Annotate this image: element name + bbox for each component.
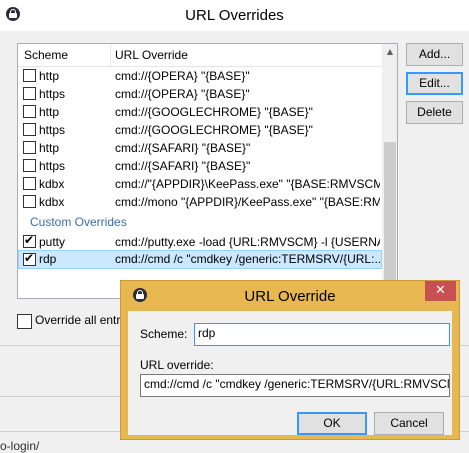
row-checkbox-checked[interactable] (23, 233, 36, 248)
dialog-body: Scheme: rdp URL override: cmd://cmd /c "… (128, 311, 452, 435)
dialog-title: URL Override (244, 288, 336, 305)
row-url: cmd://{OPERA} "{BASE}" (115, 87, 250, 101)
row-checkbox[interactable] (23, 123, 36, 136)
row-checkbox[interactable] (23, 87, 36, 100)
row-url: cmd://{OPERA} "{BASE}" (115, 69, 250, 83)
row-checkbox[interactable] (23, 159, 36, 172)
ok-button[interactable]: OK (297, 412, 367, 435)
delete-button[interactable]: Delete (406, 101, 463, 124)
url-override-dialog: URL Override ✕ Scheme: rdp URL override:… (120, 280, 460, 440)
row-scheme: putty (39, 235, 66, 249)
main-titlebar: URL Overrides (0, 0, 469, 31)
list-item-selected[interactable]: rdp cmd://cmd /c "cmdkey /generic:TERMSR… (18, 250, 382, 269)
scroll-up-icon[interactable]: ▲ (382, 44, 397, 60)
add-button[interactable]: Add... (406, 43, 463, 66)
edit-button[interactable]: Edit... (406, 72, 463, 95)
row-scheme: rdp (39, 252, 57, 266)
row-checkbox[interactable] (23, 177, 36, 190)
list-item[interactable]: http cmd://{OPERA} "{BASE}" (18, 67, 382, 85)
row-url: cmd://{SAFARI} "{BASE}" (115, 141, 251, 155)
row-checkbox[interactable] (23, 141, 36, 154)
scheme-input[interactable]: rdp (194, 323, 450, 346)
list-item[interactable]: https cmd://{SAFARI} "{BASE}" (18, 157, 382, 175)
list-item[interactable]: http cmd://{GOOGLECHROME} "{BASE}" (18, 103, 382, 121)
group-header: Custom Overrides (18, 213, 382, 231)
scheme-label: Scheme: (140, 327, 188, 341)
override-all-checkbox[interactable] (17, 314, 32, 329)
cancel-button[interactable]: Cancel (374, 412, 444, 435)
close-icon[interactable]: ✕ (425, 281, 456, 301)
overrides-list[interactable]: Scheme URL Override http cmd://{OPERA} "… (17, 43, 398, 299)
row-scheme: kdbx (39, 195, 65, 209)
row-checkbox[interactable] (23, 105, 36, 118)
vertical-scrollbar[interactable]: ▲ ▼ (382, 44, 397, 298)
list-item[interactable]: https cmd://{OPERA} "{BASE}" (18, 85, 382, 103)
column-header-scheme[interactable]: Scheme (24, 48, 68, 62)
row-url: cmd://{GOOGLECHROME} "{BASE}" (115, 105, 313, 119)
url-override-label: URL override: (140, 358, 214, 372)
row-scheme: https (39, 87, 66, 101)
list-item[interactable]: http cmd://{SAFARI} "{BASE}" (18, 139, 382, 157)
custom-overrides-label: Custom Overrides (30, 215, 127, 229)
row-scheme: http (39, 105, 60, 119)
row-checkbox-checked[interactable] (23, 251, 36, 266)
row-scheme: kdbx (39, 177, 65, 191)
column-header-url[interactable]: URL Override (115, 48, 188, 62)
row-scheme: http (39, 141, 60, 155)
row-url: cmd://"{APPDIR}\KeePass.exe" "{BASE:RMVS… (115, 177, 380, 191)
list-item[interactable]: kdbx cmd://mono "{APPDIR}/KeePass.exe" "… (18, 193, 382, 211)
row-scheme: https (39, 123, 66, 137)
list-header: Scheme URL Override (18, 44, 382, 67)
row-scheme: https (39, 159, 66, 173)
url-override-input[interactable]: cmd://cmd /c "cmdkey /generic:TERMSRV/{U… (140, 374, 450, 397)
list-item[interactable]: putty cmd://putty.exe -load {URL:RMVSCM}… (18, 233, 382, 251)
row-url: cmd://mono "{APPDIR}/KeePass.exe" "{BASE… (115, 195, 380, 209)
row-checkbox[interactable] (23, 69, 36, 82)
list-item[interactable]: kdbx cmd://"{APPDIR}\KeePass.exe" "{BASE… (18, 175, 382, 193)
column-separator[interactable] (110, 44, 111, 66)
row-scheme: http (39, 69, 60, 83)
row-url: cmd://{GOOGLECHROME} "{BASE}" (115, 123, 313, 137)
row-checkbox[interactable] (23, 195, 36, 208)
list-item[interactable]: https cmd://{GOOGLECHROME} "{BASE}" (18, 121, 382, 139)
scrollbar-thumb[interactable] (384, 142, 396, 280)
main-window-title: URL Overrides (185, 7, 284, 24)
row-url: cmd://{SAFARI} "{BASE}" (115, 159, 251, 173)
row-url: cmd://cmd /c "cmdkey /generic:TERMSRV/{U… (115, 252, 380, 266)
row-url: cmd://putty.exe -load {URL:RMVSCM} -l {U… (115, 235, 380, 249)
